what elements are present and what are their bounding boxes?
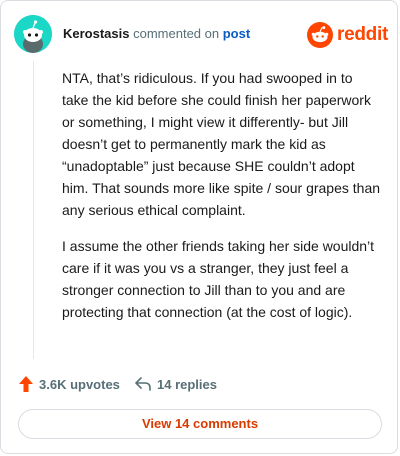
snoo-avatar-icon[interactable] [14, 15, 52, 53]
thread-line[interactable] [33, 61, 34, 359]
comment-body: NTA, that’s ridiculous. If you had swoop… [62, 67, 380, 337]
reply-count: 14 replies [157, 376, 217, 392]
reddit-logo-icon [307, 22, 333, 48]
comment-meta: Kerostasis commented on post [63, 26, 250, 41]
upvote-button[interactable]: 3.6K upvotes [19, 375, 120, 393]
reply-arrow-icon [135, 377, 151, 391]
reddit-wordmark: reddit [337, 24, 388, 45]
upvote-arrow-icon [19, 376, 33, 392]
upvote-count: 3.6K upvotes [39, 376, 120, 392]
comment-card: Kerostasis commented on post reddit NTA,… [0, 0, 398, 454]
author-name[interactable]: Kerostasis [63, 26, 129, 41]
comment-actions: 3.6K upvotes 14 replies [19, 375, 379, 393]
comment-header: Kerostasis commented on post reddit [14, 15, 388, 53]
comment-paragraph-2: I assume the other friends taking her si… [62, 238, 375, 320]
action-text: commented on [133, 26, 220, 41]
reddit-brand[interactable]: reddit [307, 22, 388, 48]
reply-button[interactable]: 14 replies [135, 375, 217, 393]
view-comments-button[interactable]: View 14 comments [18, 409, 382, 439]
comment-paragraph-1: NTA, that’s ridiculous. If you had swoop… [62, 70, 381, 218]
post-link[interactable]: post [223, 26, 250, 41]
